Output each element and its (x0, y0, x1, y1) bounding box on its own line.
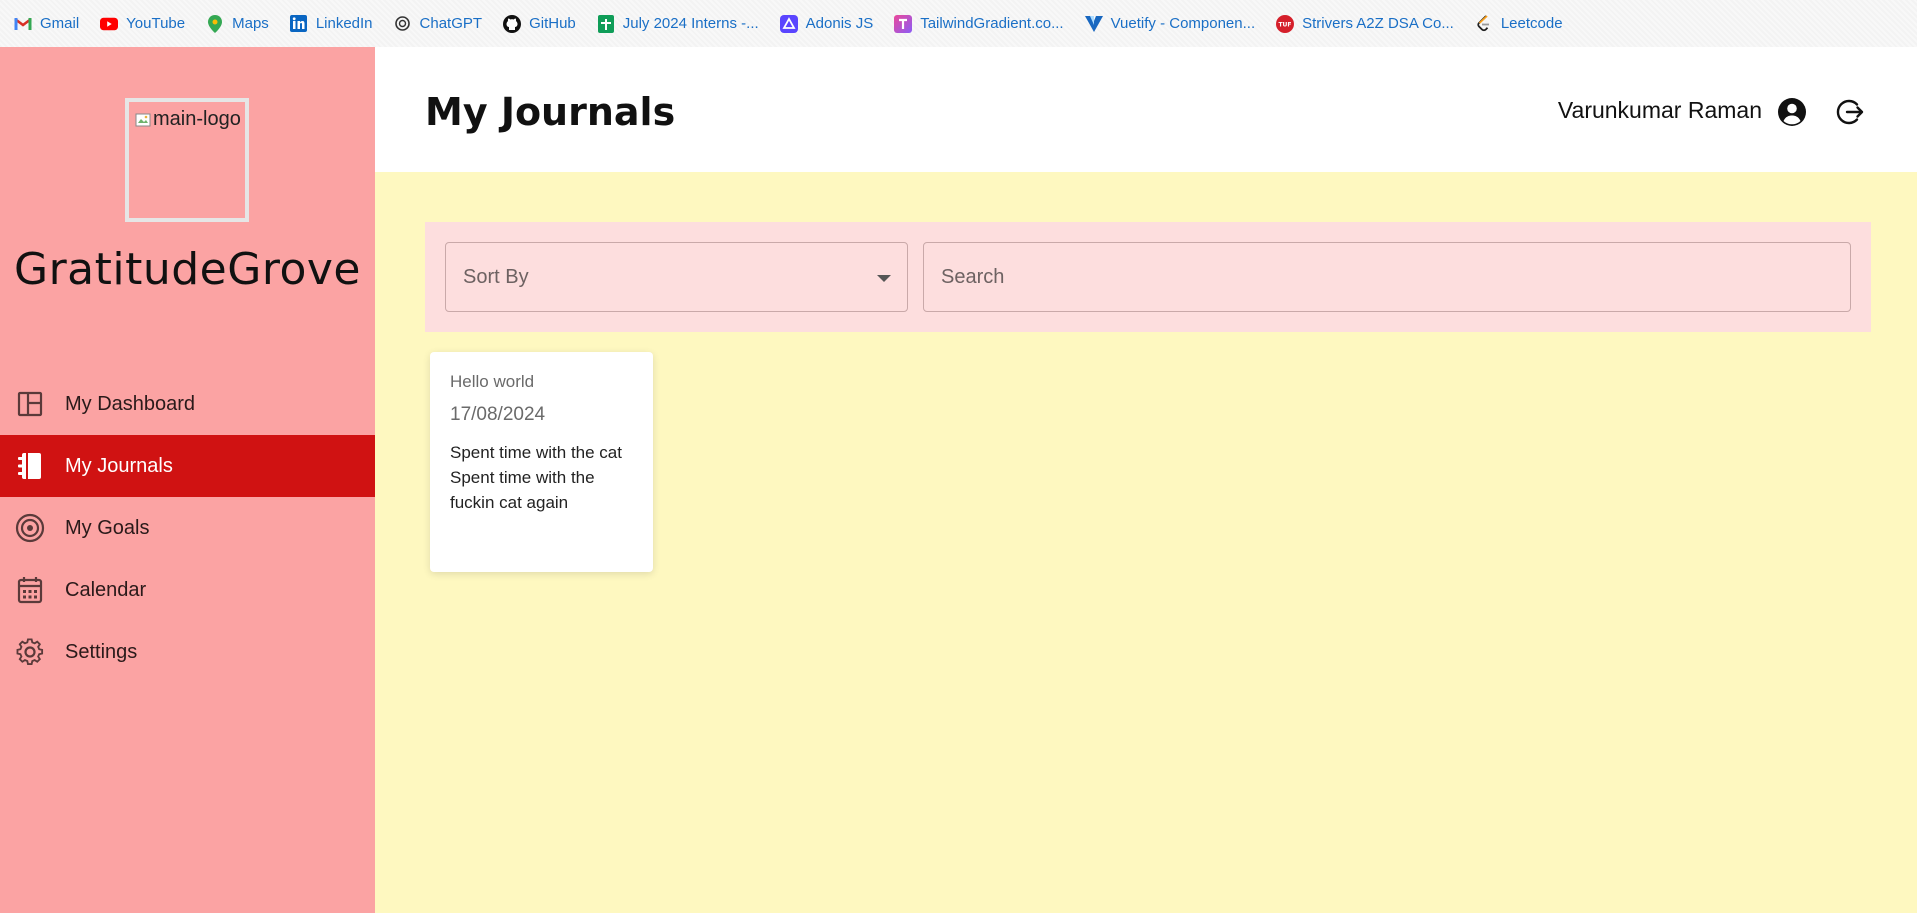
sidebar: main-logo GratitudeGrove My Dashboard My… (0, 47, 375, 913)
sidebar-nav: My Dashboard My Journals My Goals Calend… (0, 373, 375, 683)
maps-icon (206, 14, 224, 33)
journal-date: 17/08/2024 (450, 404, 546, 425)
bookmark-label: Gmail (40, 15, 80, 32)
bookmark-vuetify[interactable]: Vuetify - Componen... (1084, 15, 1256, 33)
bookmark-label: Adonis JS (805, 15, 874, 32)
bookmark-label: ChatGPT (419, 15, 483, 32)
dashboard-icon (15, 389, 45, 419)
bookmark-strivers[interactable]: TUF Strivers A2Z DSA Co... (1276, 14, 1454, 33)
bookmark-label: Vuetify - Componen... (1110, 15, 1256, 32)
sidebar-item-label: My Journals (65, 454, 173, 477)
caret-down-icon (877, 275, 891, 282)
tailwind-gradient-icon (894, 14, 913, 33)
gmail-icon (14, 15, 32, 33)
sidebar-item-label: Calendar (65, 578, 147, 601)
search-input[interactable] (923, 242, 1851, 312)
bookmark-tailwind-gradient[interactable]: TailwindGradient.co... (894, 14, 1064, 33)
chatgpt-icon (394, 15, 412, 33)
top-header: My Journals Varunkumar Raman (375, 47, 1917, 172)
adonis-icon (779, 14, 798, 33)
journal-card[interactable]: Hello world 17/08/2024 Spent time with t… (430, 352, 653, 572)
vuetify-icon (1084, 15, 1103, 33)
github-icon (503, 14, 522, 33)
bookmark-label: July 2024 Interns -... (622, 15, 759, 32)
sheets-icon (597, 14, 615, 33)
bookmark-label: Maps (232, 15, 269, 32)
bookmark-label: YouTube (126, 15, 186, 32)
bookmark-label: LinkedIn (315, 15, 373, 32)
journal-body: Spent time with the cat Spent time with … (450, 440, 633, 515)
bookmark-label: Leetcode (1500, 15, 1563, 32)
target-icon (15, 513, 45, 543)
tuf-icon: TUF (1276, 14, 1295, 33)
bookmark-leetcode[interactable]: Leetcode (1475, 14, 1563, 33)
sort-by-label: Sort By (463, 265, 529, 288)
main-content: Sort By Hello world 17/08/2024 Spent tim… (375, 172, 1917, 913)
user-name: Varunkumar Raman (1557, 97, 1762, 123)
bookmark-github[interactable]: GitHub (503, 14, 576, 33)
bookmark-label: GitHub (529, 15, 576, 32)
linkedin-icon (290, 15, 308, 33)
main-logo: main-logo (125, 98, 249, 222)
sidebar-item-label: Settings (65, 640, 138, 663)
bookmark-chatgpt[interactable]: ChatGPT (394, 15, 483, 33)
bookmarks-bar: Gmail YouTube Maps LinkedIn ChatGPT GitH… (0, 0, 1917, 47)
bookmark-maps[interactable]: Maps (206, 14, 269, 33)
bookmark-youtube[interactable]: YouTube (100, 15, 185, 33)
sort-by-select[interactable]: Sort By (445, 242, 908, 312)
youtube-icon (100, 15, 119, 33)
broken-image-icon (135, 113, 151, 126)
bookmark-gmail[interactable]: Gmail (14, 15, 79, 33)
sidebar-item-label: My Dashboard (65, 392, 196, 415)
logout-icon[interactable] (1833, 95, 1867, 129)
filter-bar: Sort By (425, 222, 1871, 332)
page-title: My Journals (425, 90, 676, 134)
calendar-icon (15, 575, 45, 605)
bookmark-interns-sheet[interactable]: July 2024 Interns -... (597, 14, 759, 33)
journal-line: Spent time with the cat (450, 443, 622, 462)
bookmark-adonis[interactable]: Adonis JS (779, 14, 874, 33)
bookmark-label: TailwindGradient.co... (920, 15, 1064, 32)
sidebar-item-goals[interactable]: My Goals (0, 497, 375, 559)
journal-icon (15, 451, 45, 481)
journal-title: Hello world (450, 372, 535, 391)
logo-alt-text: main-logo (153, 108, 241, 130)
sidebar-item-calendar[interactable]: Calendar (0, 559, 375, 621)
sidebar-item-journals[interactable]: My Journals (0, 435, 375, 497)
leetcode-icon (1475, 14, 1493, 33)
journal-line: Spent time with the fuckin cat again (450, 468, 595, 512)
gear-icon (15, 637, 45, 667)
account-circle-icon[interactable] (1775, 95, 1809, 129)
sidebar-item-settings[interactable]: Settings (0, 621, 375, 683)
bookmark-label: Strivers A2Z DSA Co... (1302, 15, 1454, 32)
svg-text:TUF: TUF (1279, 21, 1292, 28)
sidebar-item-label: My Goals (65, 516, 150, 539)
brand-name: GratitudeGrove (13, 244, 361, 295)
bookmark-linkedin[interactable]: LinkedIn (290, 15, 373, 33)
sidebar-item-dashboard[interactable]: My Dashboard (0, 373, 375, 435)
